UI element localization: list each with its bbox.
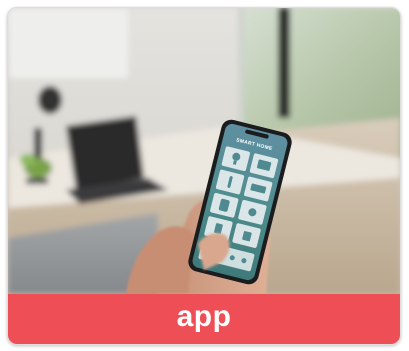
smart-home-photo: SMART HOME (8, 8, 400, 294)
card-label-bar[interactable]: app (8, 294, 400, 344)
app-category-card[interactable]: SMART HOME app (7, 7, 401, 345)
card-label: app (176, 300, 232, 333)
photo-illustration: SMART HOME (8, 8, 400, 294)
